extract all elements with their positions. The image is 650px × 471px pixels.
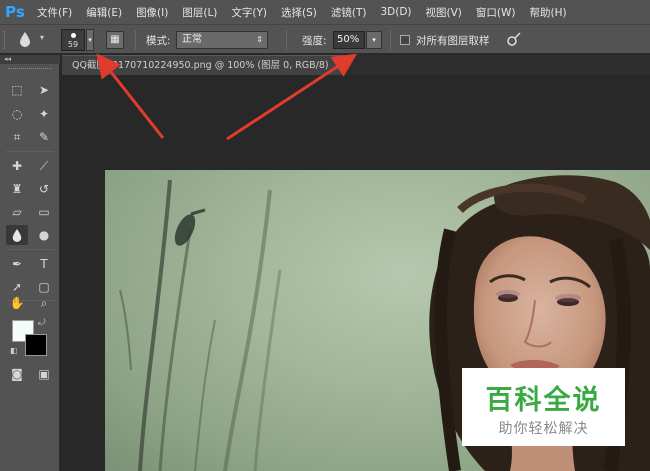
arrow-to-strength bbox=[226, 53, 358, 141]
watermark-subtitle: 助你轻松解决 bbox=[498, 421, 589, 437]
watermark-badge: 百科全说 助你轻松解决 bbox=[462, 368, 625, 446]
arrow-to-brush-size bbox=[96, 53, 165, 139]
photoshop-window: Ps 文件(F) 编辑(E) 图像(I) 图层(L) 文字(Y) 选择(S) 滤… bbox=[0, 0, 650, 471]
watermark-title: 百科全说 bbox=[485, 385, 602, 416]
